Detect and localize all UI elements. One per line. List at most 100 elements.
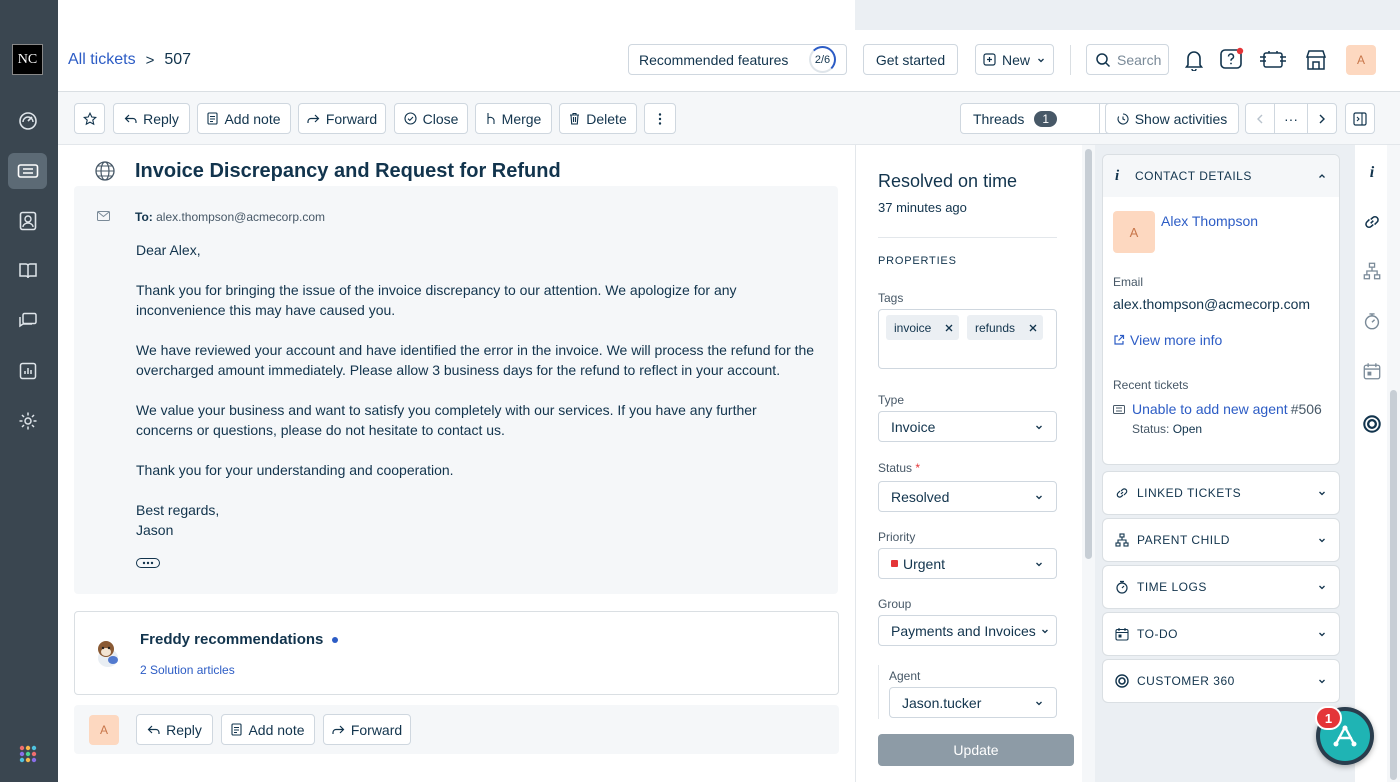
chevron-down-icon <box>1319 538 1325 543</box>
breadcrumb: All tickets > 507 <box>68 51 192 69</box>
toggle-sidebar-button[interactable] <box>1345 103 1375 134</box>
search-input[interactable]: Search <box>1086 44 1169 75</box>
remove-tag-icon[interactable] <box>945 324 953 332</box>
top-strip <box>58 0 855 30</box>
marketplace-store-icon[interactable] <box>1304 48 1328 72</box>
hierarchy-rail-icon[interactable] <box>1363 262 1381 280</box>
notifications-bell-icon[interactable] <box>1184 49 1204 71</box>
agent-indent-line <box>878 665 879 719</box>
nav-settings-icon[interactable] <box>8 403 47 439</box>
update-button[interactable]: Update <box>878 734 1074 766</box>
email-thread: To: alex.thompson@acmecorp.com Dear Alex… <box>74 186 838 594</box>
threads-button[interactable]: Threads 1 <box>960 103 1100 134</box>
calendar-rail-icon[interactable] <box>1363 362 1381 380</box>
add-note-button[interactable]: Add note <box>197 103 291 134</box>
activity-clock-icon <box>1117 112 1129 125</box>
nav-knowledge-base-icon[interactable] <box>8 253 47 289</box>
add-note-bottom-button[interactable]: Add note <box>221 714 315 745</box>
reply-button[interactable]: Reply <box>113 103 190 134</box>
time-logs-section[interactable]: TIME LOGS <box>1102 565 1340 609</box>
properties-heading: PROPERTIES <box>878 255 957 267</box>
forward-button[interactable]: Forward <box>298 103 386 134</box>
recommended-features-button[interactable]: Recommended features 2/6 <box>628 44 847 75</box>
chevron-right-icon <box>1319 114 1325 123</box>
link-rail-icon[interactable] <box>1363 213 1381 231</box>
ticket-toolbar: Reply Add note Forward Close Merge Delet… <box>58 92 1400 145</box>
solution-articles-link[interactable]: 2 Solution articles <box>140 663 235 677</box>
ticket-icon <box>1113 404 1125 414</box>
nav-tickets-icon[interactable] <box>8 153 47 189</box>
freddy-recommendations: Freddy recommendations 2 Solution articl… <box>74 611 839 695</box>
chevron-left-icon <box>1257 114 1263 123</box>
email-body: Dear Alex, Thank you for bringing the is… <box>136 242 815 538</box>
freddy-bot-avatar <box>91 636 125 670</box>
user-avatar[interactable]: A <box>1346 45 1376 75</box>
remove-tag-icon[interactable] <box>1029 324 1037 332</box>
help-icon[interactable] <box>1219 47 1245 73</box>
chevron-down-icon <box>1319 491 1325 496</box>
more-actions-button[interactable] <box>644 103 676 134</box>
contact-details-header[interactable]: i CONTACT DETAILS <box>1103 155 1339 197</box>
priority-select[interactable]: Urgent <box>878 548 1057 579</box>
show-activities-button[interactable]: Show activities <box>1105 103 1239 134</box>
info-rail-icon[interactable]: i <box>1363 164 1381 182</box>
agent-select[interactable]: Jason.tucker <box>889 687 1057 718</box>
view-more-info-link[interactable]: View more info <box>1113 332 1222 348</box>
team-huddle-icon[interactable] <box>1259 49 1287 71</box>
to-do-section[interactable]: TO-DO <box>1102 612 1340 656</box>
status-select[interactable]: Resolved <box>878 481 1057 512</box>
get-started-button[interactable]: Get started <box>863 44 958 75</box>
scrollbar-thumb[interactable] <box>1390 390 1397 780</box>
page-scrollbar[interactable] <box>1387 145 1400 782</box>
hierarchy-icon <box>1115 533 1129 547</box>
tags-label: Tags <box>878 291 904 305</box>
apps-grid-icon[interactable] <box>19 745 37 763</box>
agent-label: Agent <box>889 669 921 683</box>
merge-button[interactable]: Merge <box>475 103 552 134</box>
next-ticket-button[interactable] <box>1307 103 1337 134</box>
star-button[interactable] <box>74 103 105 134</box>
group-select[interactable]: Payments and Invoices <box>878 615 1057 646</box>
forward-bottom-button[interactable]: Forward <box>323 714 411 745</box>
customer-360-rail-icon[interactable] <box>1363 415 1381 433</box>
reply-bar: A Reply Add note Forward <box>74 705 839 754</box>
linked-tickets-section[interactable]: LINKED TICKETS <box>1102 471 1340 515</box>
search-icon <box>1096 52 1111 67</box>
nav-forums-icon[interactable] <box>8 303 47 339</box>
close-ticket-button[interactable]: Close <box>394 103 468 134</box>
delete-button[interactable]: Delete <box>559 103 637 134</box>
scrollbar-thumb[interactable] <box>1085 149 1092 559</box>
ticket-nav-more-button[interactable]: ··· <box>1274 103 1308 134</box>
customer-360-section[interactable]: CUSTOMER 360 <box>1102 659 1340 703</box>
link-icon <box>1116 488 1128 498</box>
sidebar-icon-rail: i <box>1355 145 1387 782</box>
kebab-icon <box>658 112 662 125</box>
nav-dashboard-icon[interactable] <box>8 103 47 139</box>
nav-contacts-icon[interactable] <box>8 203 47 239</box>
nav-reports-icon[interactable] <box>8 353 47 389</box>
app-logo[interactable]: NC <box>12 44 43 75</box>
customer-360-icon <box>1115 674 1129 688</box>
reply-bottom-button[interactable]: Reply <box>136 714 213 745</box>
chevron-down-icon <box>1036 425 1042 429</box>
contact-name-link[interactable]: Alex Thompson <box>1161 213 1258 229</box>
priority-label: Priority <box>878 530 916 544</box>
tags-field[interactable]: invoice refunds <box>878 309 1057 369</box>
previous-ticket-button[interactable] <box>1245 103 1275 134</box>
contact-details-card: i CONTACT DETAILS A Alex Thompson Email … <box>1102 154 1340 465</box>
properties-scrollbar[interactable] <box>1082 145 1095 782</box>
breadcrumb-ticket-id: 507 <box>164 51 192 68</box>
parent-child-section[interactable]: PARENT CHILD <box>1102 518 1340 562</box>
new-button[interactable]: New <box>975 44 1054 75</box>
globe-icon <box>94 160 116 182</box>
contact-avatar: A <box>1113 211 1155 253</box>
breadcrumb-all-tickets[interactable]: All tickets <box>68 51 136 69</box>
type-select[interactable]: Invoice <box>878 411 1057 442</box>
plus-square-icon <box>983 53 996 66</box>
recent-ticket-item[interactable]: Unable to add new agent #506 <box>1113 401 1322 417</box>
stopwatch-rail-icon[interactable] <box>1363 312 1381 330</box>
star-icon <box>82 111 97 125</box>
email-label: Email <box>1113 275 1144 289</box>
properties-panel: Resolved on time 37 minutes ago PROPERTI… <box>855 145 1083 782</box>
expand-quoted-text-button[interactable] <box>136 558 160 568</box>
